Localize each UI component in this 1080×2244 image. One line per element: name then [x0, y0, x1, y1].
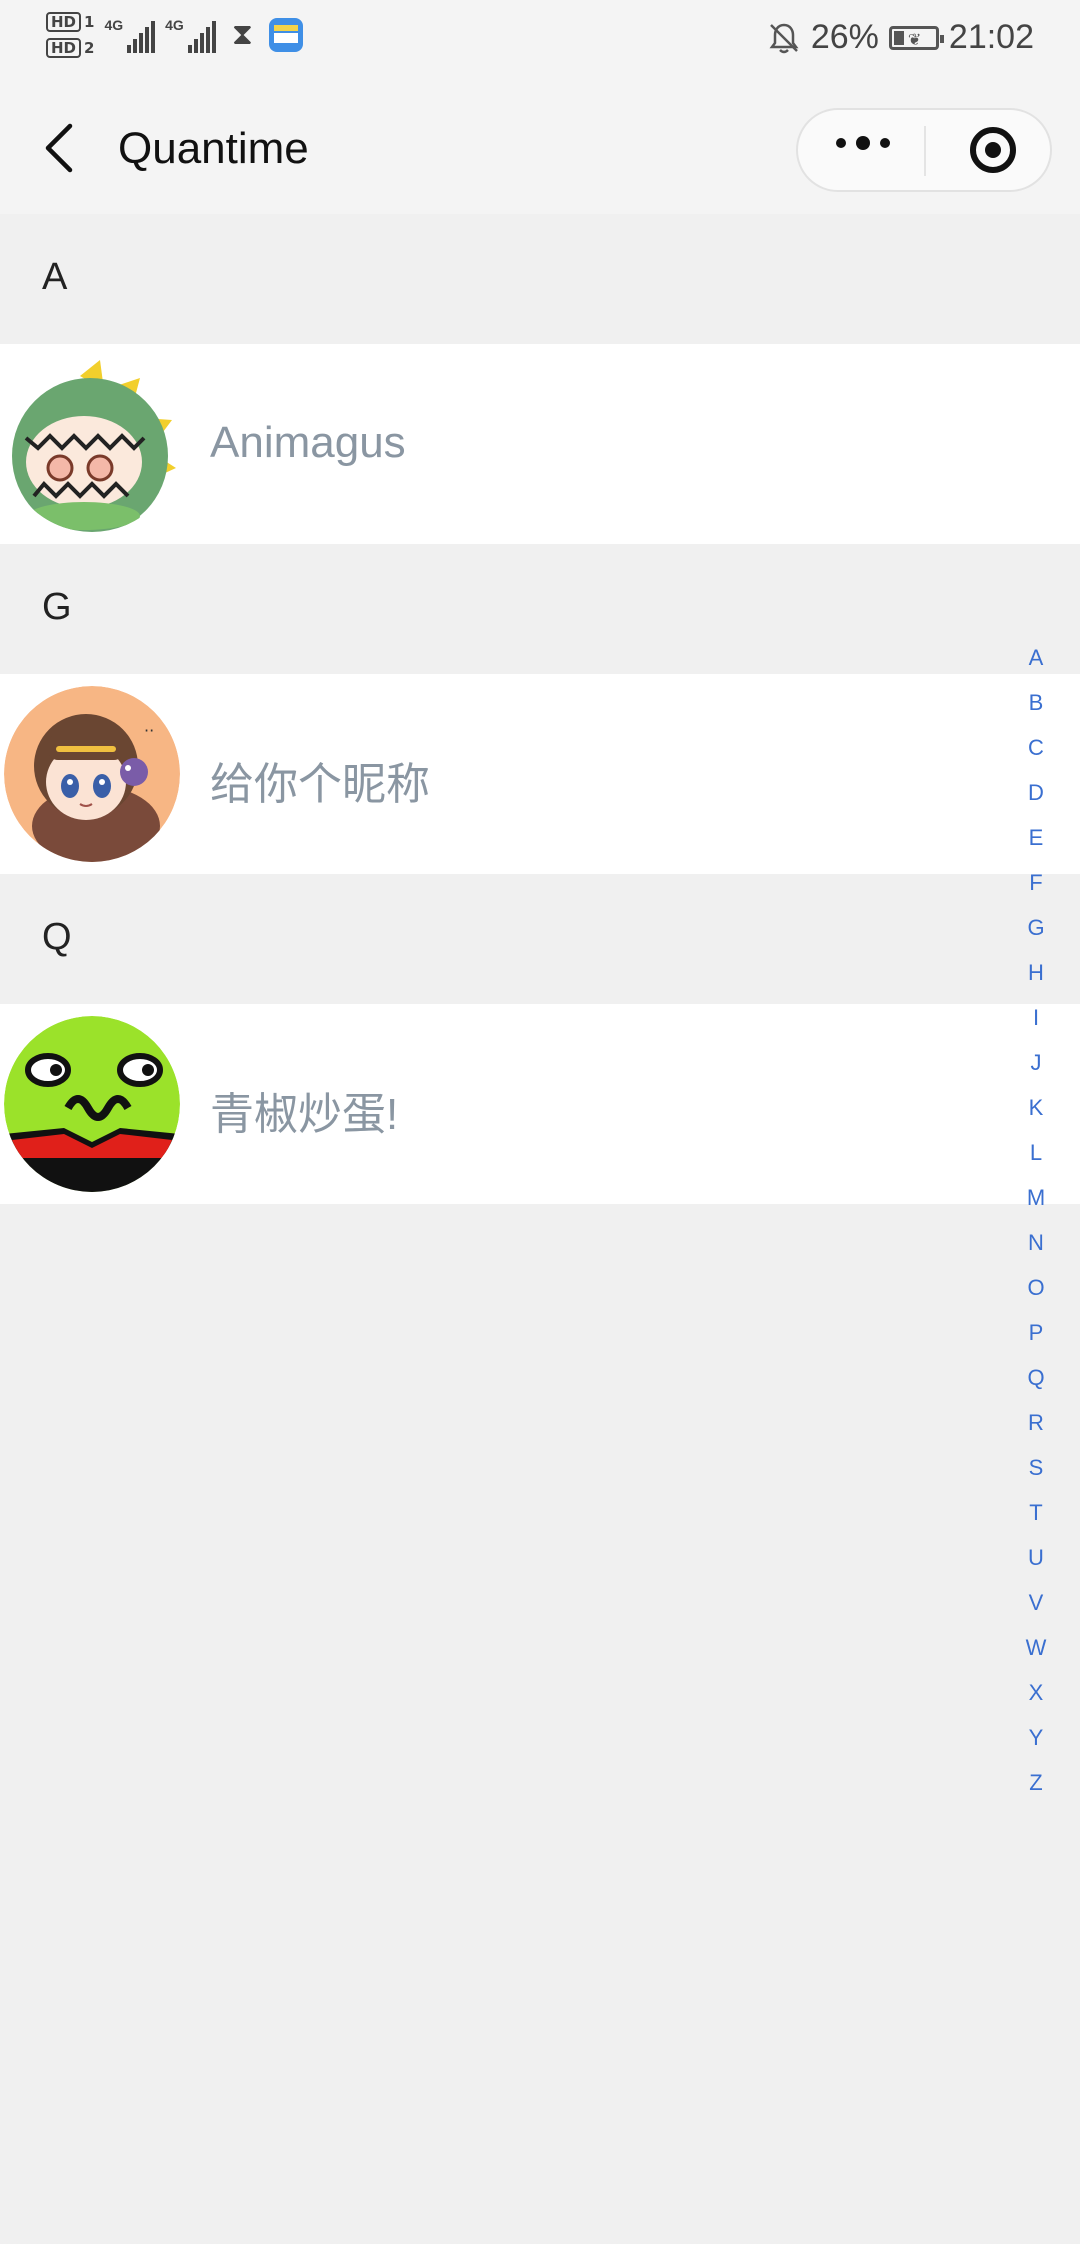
index-letter-c[interactable]: C — [1028, 728, 1044, 773]
green-dinosaur-icon — [4, 356, 180, 532]
anime-girl-icon: ·· — [4, 686, 180, 862]
index-letter-h[interactable]: H — [1028, 953, 1044, 998]
contact-name: 青椒炒蛋! — [210, 1090, 399, 1139]
section-letter: A — [42, 256, 68, 298]
status-right: 26% ❦ 21:02 — [767, 18, 1034, 57]
index-letter-z[interactable]: Z — [1029, 1763, 1042, 1808]
index-letter-k[interactable]: K — [1029, 1088, 1044, 1133]
hourglass-icon: ⧗ — [231, 18, 253, 51]
index-letter-y[interactable]: Y — [1029, 1718, 1044, 1763]
status-left: HD 1 HD 2 4G 4G ⧗ — [46, 12, 303, 58]
contact-row-animagus[interactable]: Animagus — [0, 344, 1080, 544]
avatar: ·· — [4, 686, 180, 862]
sim1-indicator: HD 1 — [46, 12, 94, 32]
contact-row-nickname[interactable]: ·· 给你个昵称 — [0, 674, 1080, 874]
battery-percent: 26% — [810, 18, 879, 56]
battery-icon: ❦ — [888, 25, 944, 50]
index-letter-f[interactable]: F — [1029, 863, 1042, 908]
capsule-divider — [924, 126, 926, 176]
index-letter-t[interactable]: T — [1029, 1493, 1042, 1538]
green-face-icon — [4, 1016, 180, 1192]
sim2-indicator: HD 2 — [46, 38, 94, 58]
alphabet-index[interactable]: ABCDEFGHIJKLMNOPQRSTUVWXYZ — [1016, 638, 1056, 1808]
avatar — [4, 356, 180, 532]
index-letter-i[interactable]: I — [1033, 998, 1039, 1043]
clock: 21:02 — [948, 18, 1034, 56]
index-letter-b[interactable]: B — [1029, 683, 1044, 728]
contact-row-pepper-egg[interactable]: 青椒炒蛋! — [0, 1004, 1080, 1204]
mini-program-capsule — [796, 108, 1052, 192]
section-header-a: A — [0, 214, 1080, 344]
index-letter-s[interactable]: S — [1029, 1448, 1044, 1493]
index-letter-u[interactable]: U — [1028, 1538, 1044, 1583]
back-arrow-icon[interactable] — [40, 118, 80, 178]
index-letter-a[interactable]: A — [1029, 638, 1044, 683]
index-letter-p[interactable]: P — [1029, 1313, 1044, 1358]
index-letter-m[interactable]: M — [1027, 1178, 1045, 1223]
contact-name: Animagus — [210, 418, 406, 467]
index-letter-n[interactable]: N — [1028, 1223, 1044, 1268]
index-letter-l[interactable]: L — [1030, 1133, 1042, 1178]
svg-text:··: ·· — [144, 721, 154, 740]
index-letter-o[interactable]: O — [1027, 1268, 1044, 1313]
section-letter: Q — [42, 916, 72, 958]
section-header-g: G — [0, 544, 1080, 674]
index-letter-e[interactable]: E — [1029, 818, 1044, 863]
page-title: Quantime — [118, 124, 309, 173]
index-letter-r[interactable]: R — [1028, 1403, 1044, 1448]
sim-indicators: HD 1 HD 2 — [46, 12, 94, 58]
signal-1-icon: 4G — [104, 17, 156, 53]
status-bar: HD 1 HD 2 4G 4G ⧗ 26% ❦ 21:02 — [0, 0, 1080, 86]
index-letter-x[interactable]: X — [1029, 1673, 1044, 1718]
index-letter-d[interactable]: D — [1028, 773, 1044, 818]
index-letter-g[interactable]: G — [1027, 908, 1044, 953]
bell-off-icon — [769, 23, 799, 53]
notification-app-icon — [268, 18, 303, 52]
section-header-q: Q — [0, 874, 1080, 1004]
title-bar: Quantime — [0, 86, 1080, 214]
index-letter-v[interactable]: V — [1029, 1583, 1044, 1628]
more-options-button[interactable] — [836, 136, 890, 150]
index-letter-q[interactable]: Q — [1027, 1358, 1044, 1403]
index-letter-j[interactable]: J — [1031, 1043, 1042, 1088]
index-letter-w[interactable]: W — [1026, 1628, 1047, 1673]
signal-2-icon: 4G — [165, 17, 216, 53]
close-mini-program-button[interactable] — [970, 127, 1016, 173]
avatar — [4, 1016, 180, 1192]
section-letter: G — [42, 586, 72, 628]
contact-name: 给你个昵称 — [210, 760, 430, 809]
